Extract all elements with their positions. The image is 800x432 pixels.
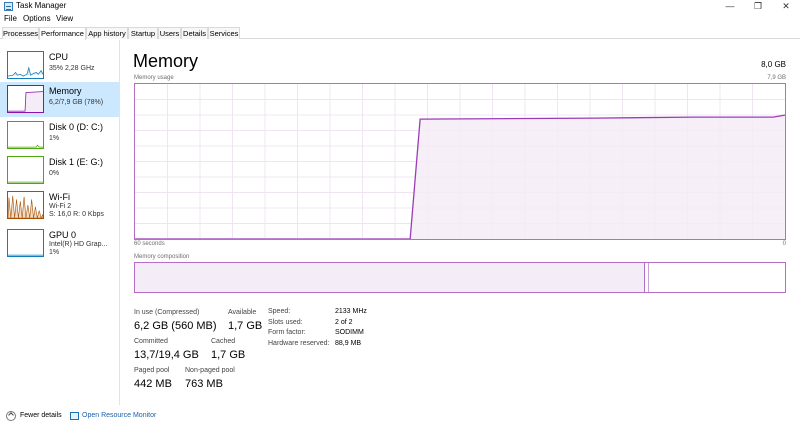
minimize-button[interactable]: — xyxy=(716,0,744,13)
sidebar-sublabel: Intel(R) HD Grap... xyxy=(49,241,108,248)
page-title: Memory xyxy=(133,51,199,71)
hardware-reserved-value: 88,9 MB xyxy=(335,340,362,347)
resource-monitor-icon xyxy=(70,412,79,420)
sidebar-label: CPU xyxy=(49,52,69,62)
cached-value: 1,7 GB xyxy=(211,349,246,361)
in-use-label: In use (Compressed) xyxy=(134,309,200,316)
open-resource-monitor-link[interactable]: Open Resource Monitor xyxy=(82,412,156,419)
sidebar-item-wifi[interactable]: Wi-Fi Wi-Fi 2 S: 16,0 R: 0 Kbps xyxy=(0,188,119,223)
disk-1-thumbnail-graph xyxy=(7,156,44,184)
paged-pool-label: Paged pool xyxy=(134,367,170,374)
tab-services[interactable]: Services xyxy=(208,27,240,39)
tab-app-history[interactable]: App history xyxy=(86,27,128,39)
sidebar-item-cpu[interactable]: CPU 35% 2,28 GHz xyxy=(0,48,119,83)
tab-processes[interactable]: Processes xyxy=(2,27,39,39)
maximize-button[interactable]: ❐ xyxy=(744,0,772,13)
sidebar-label: Memory xyxy=(49,86,82,96)
graph-min-label: 0 xyxy=(782,241,786,247)
tab-strip: Processes Performance App history Startu… xyxy=(0,27,800,40)
form-factor-label: Form factor: xyxy=(268,329,306,336)
total-memory: 8,0 GB xyxy=(761,60,786,69)
footer-bar: Fewer details Open Resource Monitor xyxy=(0,406,800,432)
graph-time-label: 60 seconds xyxy=(134,241,165,247)
tab-details[interactable]: Details xyxy=(181,27,208,39)
sidebar-sublabel: 35% 2,28 GHz xyxy=(49,65,95,72)
disk-0-thumbnail-graph xyxy=(7,121,44,149)
in-use-value: 6,2 GB (560 MB) xyxy=(134,320,217,332)
paged-pool-value: 442 MB xyxy=(134,378,172,390)
graph-label: Memory usage xyxy=(134,75,174,81)
resource-sidebar: CPU 35% 2,28 GHz Memory 6,2/7,9 GB (78%)… xyxy=(0,40,120,405)
sidebar-sublabel-2: S: 16,0 R: 0 Kbps xyxy=(49,211,104,218)
task-manager-icon xyxy=(4,2,13,11)
menu-view[interactable]: View xyxy=(56,14,73,23)
window-title: Task Manager xyxy=(16,1,67,10)
committed-label: Committed xyxy=(134,338,168,345)
wifi-thumbnail-graph xyxy=(7,191,44,219)
sidebar-sublabel: 0% xyxy=(49,170,60,177)
sidebar-label: Disk 0 (D: C:) xyxy=(49,122,103,132)
menu-options[interactable]: Options xyxy=(23,14,51,23)
non-paged-pool-label: Non-paged pool xyxy=(185,367,235,374)
sidebar-sublabel: 6,2/7,9 GB (78%) xyxy=(49,99,104,106)
cached-label: Cached xyxy=(211,338,236,345)
close-button[interactable]: ✕ xyxy=(772,0,800,13)
speed-value: 2133 MHz xyxy=(335,308,367,315)
composition-in-use xyxy=(135,263,645,292)
speed-label: Speed: xyxy=(268,308,291,315)
slots-value: 2 of 2 xyxy=(335,319,353,326)
memory-composition-bar xyxy=(134,262,786,293)
sidebar-sublabel-2: 1% xyxy=(49,249,60,256)
chevron-up-icon[interactable] xyxy=(6,411,16,421)
menu-file[interactable]: File xyxy=(4,14,17,23)
form-factor-value: SODIMM xyxy=(335,329,364,336)
graph-max-label: 7,9 GB xyxy=(767,75,786,81)
sidebar-sublabel: Wi-Fi 2 xyxy=(49,203,72,210)
tab-users[interactable]: Users xyxy=(158,27,181,39)
available-value: 1,7 GB xyxy=(228,320,263,332)
fewer-details-link[interactable]: Fewer details xyxy=(20,412,62,419)
slots-label: Slots used: xyxy=(268,319,303,326)
sidebar-item-memory[interactable]: Memory 6,2/7,9 GB (78%) xyxy=(0,82,119,117)
sidebar-sublabel: 1% xyxy=(49,135,60,142)
composition-modified xyxy=(646,263,649,292)
sidebar-item-disk-1[interactable]: Disk 1 (E: G:) 0% xyxy=(0,153,119,188)
title-bar: Task Manager — ❐ ✕ xyxy=(0,0,800,13)
hardware-reserved-label: Hardware reserved: xyxy=(268,340,330,347)
composition-label: Memory composition xyxy=(134,254,190,260)
cpu-thumbnail-graph xyxy=(7,51,44,79)
tab-performance[interactable]: Performance xyxy=(39,27,86,40)
memory-usage-graph xyxy=(134,83,786,240)
non-paged-pool-value: 763 MB xyxy=(185,378,223,390)
gpu-thumbnail-graph xyxy=(7,229,44,257)
committed-value: 13,7/19,4 GB xyxy=(134,349,199,361)
sidebar-label: Wi-Fi xyxy=(49,192,70,202)
available-label: Available xyxy=(228,309,257,316)
tab-startup[interactable]: Startup xyxy=(128,27,158,39)
sidebar-item-disk-0[interactable]: Disk 0 (D: C:) 1% xyxy=(0,118,119,153)
sidebar-label: GPU 0 xyxy=(49,230,77,240)
sidebar-label: Disk 1 (E: G:) xyxy=(49,157,104,167)
memory-thumbnail-graph xyxy=(7,85,44,113)
sidebar-item-gpu[interactable]: GPU 0 Intel(R) HD Grap... 1% xyxy=(0,226,119,261)
